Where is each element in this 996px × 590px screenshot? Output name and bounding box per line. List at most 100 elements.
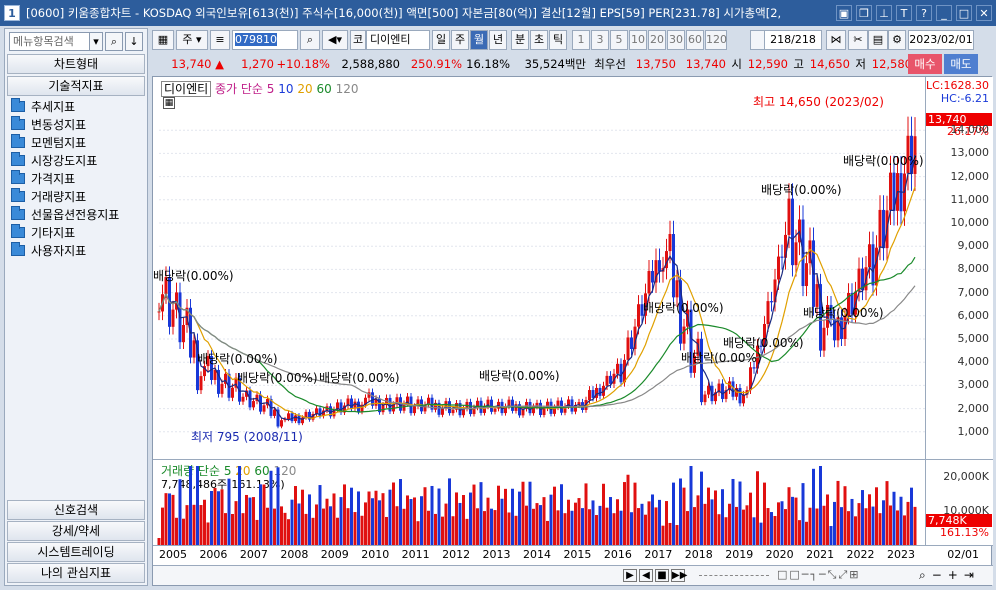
volume-bar: [532, 508, 535, 546]
strong-weak-button[interactable]: 강세/약세: [7, 521, 145, 541]
tree-item[interactable]: 변동성지표: [11, 115, 145, 133]
tree-item[interactable]: 가격지표: [11, 169, 145, 187]
volume-bar: [668, 522, 672, 546]
volume-bar: [448, 478, 451, 546]
volume-bar: [773, 516, 777, 546]
x-tick: 2021: [806, 548, 835, 561]
interval-120[interactable]: 120: [705, 30, 727, 50]
tools-icon[interactable]: ✂: [848, 30, 868, 50]
volume-bar: [763, 482, 766, 546]
tree-item[interactable]: 거래량지표: [11, 187, 145, 205]
zoom-icon[interactable]: ⌕: [919, 568, 926, 583]
interval-1[interactable]: 1: [572, 30, 590, 50]
link-icon[interactable]: ▣: [836, 5, 852, 21]
play-icon[interactable]: ▶: [623, 569, 637, 582]
pin-icon[interactable]: ⊥: [876, 5, 892, 21]
x-tick: 2014: [523, 548, 551, 561]
chart-area[interactable]: 디이엔티 종가 단순 5 10 20 60 120 ▦ LC:1628.30 H…: [152, 76, 993, 586]
tree-item[interactable]: 사용자지표: [11, 241, 145, 259]
interval-60[interactable]: 60: [686, 30, 704, 50]
tree-item[interactable]: 기타지표: [11, 223, 145, 241]
help-icon[interactable]: ?: [916, 5, 932, 21]
tab-second[interactable]: 초: [530, 30, 548, 50]
count-input[interactable]: 218/218: [764, 30, 822, 50]
save-icon[interactable]: ▤: [868, 30, 888, 50]
price-pane[interactable]: 디이엔티 종가 단순 5 10 20 60 120 ▦ LC:1628.30 H…: [153, 77, 993, 459]
search-icon[interactable]: ⌕: [300, 30, 320, 50]
menu-icon[interactable]: ≡: [210, 30, 230, 50]
volume-bar: [241, 513, 245, 546]
compare-icon[interactable]: ⋈: [826, 30, 846, 50]
indicator-panel: 메뉴항목검색 ▾ ⌕ ↓ 차트형태 기술적지표 추세지표 변동성지표 모멘텀지표…: [4, 28, 148, 586]
volume-bar: [766, 508, 770, 546]
zoom-in-icon[interactable]: +: [948, 568, 958, 583]
tab-month[interactable]: 월: [470, 30, 488, 50]
date-input[interactable]: 2023/02/01: [908, 30, 974, 50]
sound-icon[interactable]: ◀▾: [322, 30, 348, 50]
prev-icon[interactable]: ◀: [639, 569, 653, 582]
quote-bar: 13,740 ▲ 1,270 +10.18% 2,588,880 250.91%…: [152, 54, 992, 74]
candle-body: [658, 260, 661, 272]
interval-30[interactable]: 30: [667, 30, 685, 50]
grid-icon[interactable]: ▦: [152, 30, 174, 50]
period-type-select[interactable]: 주 ▾: [176, 30, 208, 50]
text-icon[interactable]: T: [896, 5, 912, 21]
interval-3[interactable]: 3: [591, 30, 609, 50]
my-indicators-button[interactable]: 나의 관심지표: [7, 563, 145, 583]
chart-type-button[interactable]: 차트형태: [7, 54, 145, 74]
volume-bar: [609, 497, 612, 546]
gear-icon[interactable]: ⚙: [888, 30, 906, 50]
candle-body: [794, 242, 798, 266]
volume-bar: [521, 481, 525, 546]
volume-bar: [514, 515, 518, 546]
candle-body: [637, 304, 640, 327]
tech-indicator-button[interactable]: 기술적지표: [7, 76, 145, 96]
interval-20[interactable]: 20: [648, 30, 666, 50]
minimize-icon[interactable]: _: [936, 5, 952, 21]
volume-bar: [770, 512, 773, 546]
volume-bar: [749, 492, 752, 546]
tree-item[interactable]: 선물옵션전용지표: [11, 205, 145, 223]
signal-search-button[interactable]: 신호검색: [7, 500, 145, 520]
search-icon[interactable]: ⌕: [105, 32, 123, 51]
expand-icon[interactable]: ⇥: [964, 568, 974, 583]
price-axis: LC:1628.30 HC:-6.21 13,740 26.17% 1,000 2…: [925, 77, 993, 459]
close-icon[interactable]: ✕: [976, 5, 992, 21]
interval-5[interactable]: 5: [610, 30, 628, 50]
tree-item[interactable]: 모멘텀지표: [11, 133, 145, 151]
dropdown-icon[interactable]: ▾: [89, 32, 103, 51]
volume-bar: [178, 479, 182, 546]
sell-button[interactable]: 매도: [944, 54, 978, 74]
stock-code-input[interactable]: 079810: [232, 30, 298, 50]
tab-minute[interactable]: 분: [511, 30, 529, 50]
volume-bar: [675, 525, 679, 546]
tab-day[interactable]: 일: [432, 30, 450, 50]
tree-item[interactable]: 시장강도지표: [11, 151, 145, 169]
interval-10[interactable]: 10: [629, 30, 647, 50]
download-icon[interactable]: ↓: [125, 32, 143, 51]
restore-icon[interactable]: ❐: [856, 5, 872, 21]
tab-week[interactable]: 주: [451, 30, 469, 50]
volume-bar: [731, 478, 735, 546]
drawing-tools[interactable]: □□─┐─⤡⤢⊞: [777, 568, 860, 582]
fast-forward-icon[interactable]: ▶▶: [671, 569, 687, 582]
maximize-icon[interactable]: □: [956, 5, 972, 21]
volume-bar: [672, 482, 675, 546]
volume-bar: [248, 497, 252, 546]
volume-bar: [259, 484, 262, 546]
zoom-out-icon[interactable]: −: [932, 568, 942, 583]
buy-button[interactable]: 매수: [908, 54, 942, 74]
scroll-slider[interactable]: [699, 575, 769, 577]
open-label: 시: [731, 57, 742, 71]
volume-pane[interactable]: 거래량 단순 5 20 60 120 7,748,486주(161.13%) 2…: [153, 459, 993, 553]
volume-bar: [175, 517, 178, 546]
tab-year[interactable]: 년: [489, 30, 507, 50]
tab-tick[interactable]: 틱: [549, 30, 567, 50]
stop-icon[interactable]: ■: [655, 569, 669, 582]
volume-bar: [710, 499, 714, 546]
volume-bar: [829, 526, 833, 546]
tree-item[interactable]: 추세지표: [11, 97, 145, 115]
volume-bar: [542, 497, 546, 546]
system-trading-button[interactable]: 시스템트레이딩: [7, 542, 145, 562]
volume-bar: [623, 482, 626, 546]
